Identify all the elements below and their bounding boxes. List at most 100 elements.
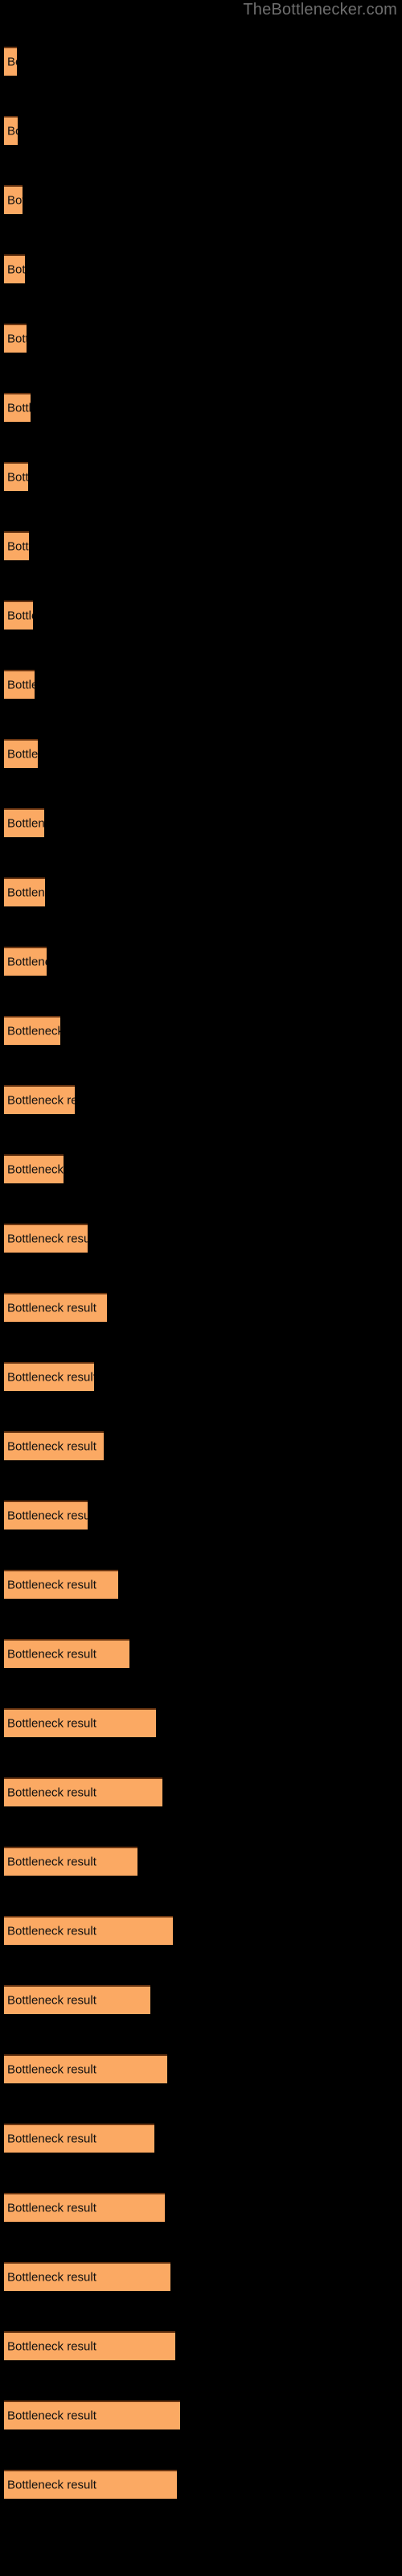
bar-row: Bottleneck result [0, 597, 402, 631]
bar-row: Bottleneck result [0, 1705, 402, 1739]
bar-row: Bottleneck result [0, 2397, 402, 2431]
bar: Bottleneck result [4, 947, 47, 976]
bar: Bottleneck result [4, 1501, 88, 1530]
bar-row: Bottleneck result [0, 43, 402, 77]
bar-label: Bottleneck result [7, 1093, 75, 1108]
bar-label: Bottleneck result [7, 1716, 96, 1731]
bar-label: Bottleneck result [7, 1232, 88, 1246]
bar-label: Bottleneck result [7, 2409, 96, 2423]
bar-label: Bottleneck result [7, 401, 31, 415]
bar-row: Bottleneck result [0, 528, 402, 562]
bar-row: Bottleneck result [0, 182, 402, 216]
bar: Bottleneck result [4, 2262, 170, 2291]
bar: Bottleneck result [4, 670, 35, 699]
bar: Bottleneck result [4, 2124, 154, 2153]
bar: Bottleneck result [4, 1708, 156, 1737]
bar-label: Bottleneck result [7, 1024, 60, 1038]
bar-label: Bottleneck result [7, 1301, 96, 1315]
bar: Bottleneck result [4, 877, 45, 906]
bar-label: Bottleneck result [7, 609, 33, 623]
bar-row: Bottleneck result [0, 2259, 402, 2293]
chart-canvas: TheBottlenecker.com Bottleneck result Bot… [0, 0, 402, 2576]
bar-row: Bottleneck result [0, 943, 402, 977]
bar-row: Bottleneck result [0, 320, 402, 354]
bar-row: Bottleneck result [0, 667, 402, 700]
bar-row: Bottleneck result [0, 459, 402, 493]
bar-row: Bottleneck result [0, 1843, 402, 1877]
bar-row: Bottleneck result [0, 1013, 402, 1046]
bar-row: Bottleneck result [0, 2467, 402, 2500]
bar: Bottleneck result [4, 1777, 162, 1806]
bar-row: Bottleneck result [0, 1151, 402, 1185]
bar-label: Bottleneck result [7, 955, 47, 969]
bar-label: Bottleneck result [7, 193, 23, 208]
bar: Bottleneck result [4, 601, 33, 630]
bar-row: Bottleneck result [0, 2328, 402, 2362]
bar-row: Bottleneck result [0, 805, 402, 839]
bar-label: Bottleneck result [7, 2270, 96, 2285]
bar: Bottleneck result [4, 1847, 137, 1876]
bar-label: Bottleneck result [7, 1439, 96, 1454]
bar: Bottleneck result [4, 1224, 88, 1253]
bar-row: Bottleneck result [0, 1220, 402, 1254]
bar: Bottleneck result [4, 116, 18, 145]
bar: Bottleneck result [4, 2470, 177, 2499]
bar: Bottleneck result [4, 1154, 64, 1183]
bar: Bottleneck result [4, 808, 44, 837]
bar: Bottleneck result [4, 1293, 107, 1322]
bar-label: Bottleneck result [7, 1924, 96, 1938]
bar-row: Bottleneck result [0, 874, 402, 908]
bar: Bottleneck result [4, 2401, 180, 2429]
bar-label: Bottleneck result [7, 1993, 96, 2008]
bar: Bottleneck result [4, 1570, 118, 1599]
bar-row: Bottleneck result [0, 1636, 402, 1670]
bar-row: Bottleneck result [0, 1428, 402, 1462]
bar-label: Bottleneck result [7, 2132, 96, 2146]
bar-row: Bottleneck result [0, 1982, 402, 2016]
bar: Bottleneck result [4, 2054, 167, 2083]
bar-row: Bottleneck result [0, 1913, 402, 1946]
bar: Bottleneck result [4, 2193, 165, 2222]
bar-row: Bottleneck result [0, 1359, 402, 1393]
bar-row: Bottleneck result [0, 2120, 402, 2154]
bar: Bottleneck result [4, 1916, 173, 1945]
bar-label: Bottleneck result [7, 470, 28, 485]
bar: Bottleneck result [4, 1362, 94, 1391]
site-title-watermark: TheBottlenecker.com [243, 1, 397, 19]
bar-row: Bottleneck result [0, 1082, 402, 1116]
bar-row: Bottleneck result [0, 736, 402, 770]
bar: Bottleneck result [4, 2331, 175, 2360]
bar: Bottleneck result [4, 462, 28, 491]
bar-label: Bottleneck result [7, 332, 27, 346]
bar: Bottleneck result [4, 1985, 150, 2014]
bar-row: Bottleneck result [0, 113, 402, 147]
bar-label: Bottleneck result [7, 2339, 96, 2354]
bar: Bottleneck result [4, 1431, 104, 1460]
bar-label: Bottleneck result [7, 2201, 96, 2215]
bar-label: Bottleneck result [7, 2478, 96, 2492]
bar-label: Bottleneck result [7, 886, 45, 900]
bar: Bottleneck result [4, 254, 25, 283]
bar: Bottleneck result [4, 324, 27, 353]
bar-label: Bottleneck result [7, 747, 38, 762]
bar-row: Bottleneck result [0, 2051, 402, 2085]
bar: Bottleneck result [4, 1085, 75, 1114]
bar-label: Bottleneck result [7, 1578, 96, 1592]
bar-label: Bottleneck result [7, 2062, 96, 2077]
bar: Bottleneck result [4, 739, 38, 768]
bar-label: Bottleneck result [7, 539, 29, 554]
bar-row: Bottleneck result [0, 1497, 402, 1531]
bar-row: Bottleneck result [0, 1290, 402, 1323]
bar-label: Bottleneck result [7, 1785, 96, 1800]
bar: Bottleneck result [4, 531, 29, 560]
bar: Bottleneck result [4, 1016, 60, 1045]
bar-row: Bottleneck result [0, 390, 402, 423]
bar-label: Bottleneck result [7, 1370, 94, 1385]
bar-label: Bottleneck result [7, 1509, 88, 1523]
bar-row: Bottleneck result [0, 2190, 402, 2223]
bar: Bottleneck result [4, 393, 31, 422]
bar: Bottleneck result [4, 1639, 129, 1668]
bar: Bottleneck result [4, 185, 23, 214]
bar-label: Bottleneck result [7, 1647, 96, 1662]
bar-label: Bottleneck result [7, 55, 17, 69]
